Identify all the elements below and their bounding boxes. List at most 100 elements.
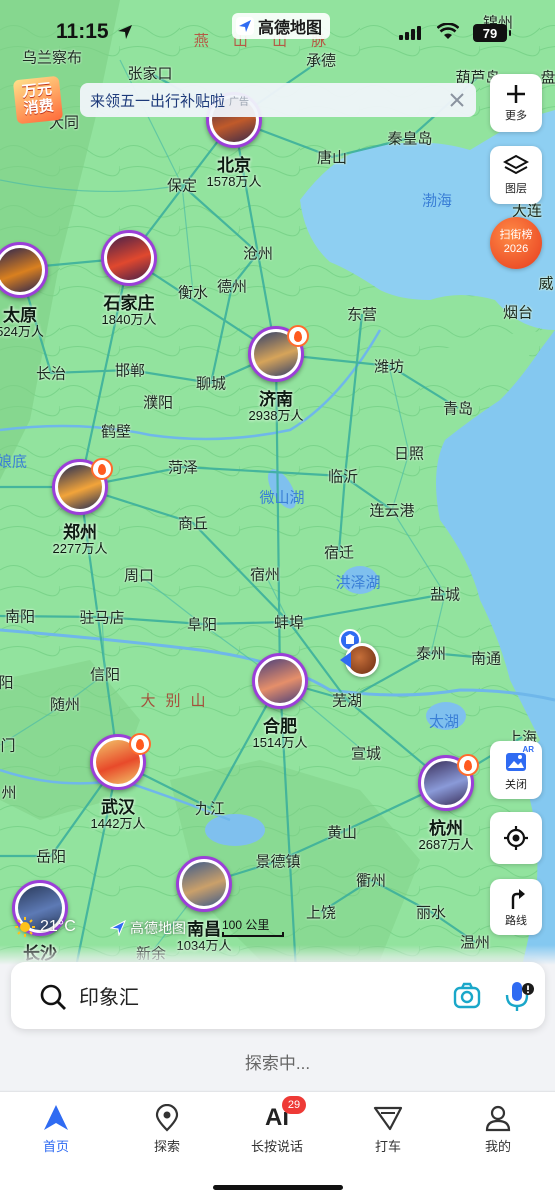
city-label[interactable]: 青岛	[443, 398, 473, 419]
city-label[interactable]: 九江	[195, 798, 225, 819]
city-label[interactable]: 东营	[347, 304, 377, 325]
ad-banner[interactable]: 来领五一出行补贴啦 广告	[80, 83, 476, 117]
city-label[interactable]: 泰州	[416, 643, 446, 664]
poi-city-population: 1442万人	[90, 816, 146, 831]
city-label[interactable]: 盐城	[430, 584, 460, 605]
city-photo-marker[interactable]	[101, 230, 157, 286]
layers-button[interactable]: 图层	[490, 146, 542, 204]
ar-label: 关闭	[505, 779, 527, 791]
water-label: 微山湖	[259, 489, 305, 507]
notification-badge: 29	[282, 1096, 306, 1114]
camera-scan-icon[interactable]	[452, 981, 482, 1011]
city-label[interactable]: 濮阳	[143, 392, 173, 413]
scale-label: 100 公里	[222, 918, 270, 932]
city-label[interactable]: 岳阳	[36, 846, 66, 867]
location-arrow-icon	[340, 652, 351, 668]
city-label[interactable]: 景德镇	[255, 851, 300, 872]
city-label[interactable]: 烟台	[503, 302, 533, 323]
search-box[interactable]: 印象汇	[11, 962, 545, 1029]
tab-home[interactable]: 首页	[6, 1102, 106, 1155]
city-label[interactable]: 长治	[36, 363, 66, 384]
city-label[interactable]: 唐山	[317, 147, 347, 168]
city-label[interactable]: 日照	[394, 443, 424, 464]
city-label[interactable]: 衢州	[356, 870, 386, 891]
search-input[interactable]: 印象汇	[79, 981, 139, 1010]
city-label[interactable]: 宣城	[351, 743, 381, 764]
city-label[interactable]: 宿迁	[324, 542, 354, 563]
city-photo	[182, 862, 226, 906]
city-label[interactable]: 随州	[50, 694, 80, 715]
locate-button[interactable]	[490, 812, 542, 864]
water-label: 洪泽湖	[335, 574, 381, 592]
city-label[interactable]: 威	[538, 273, 553, 294]
app-brand-label: 高德地图	[258, 20, 323, 37]
tab-profile-label: 我的	[484, 1139, 511, 1154]
tab-profile[interactable]: 我的	[448, 1102, 548, 1155]
city-label[interactable]: 秦皇岛	[387, 128, 432, 149]
tab-taxi-label: 打车	[374, 1139, 401, 1154]
promo-badge[interactable]: 万元 消费	[12, 75, 64, 125]
hot-list-year: 2026	[503, 243, 529, 255]
more-button[interactable]: 更多	[490, 74, 542, 132]
city-label[interactable]: 阳	[0, 672, 14, 693]
weather-widget[interactable]: 21°C	[14, 916, 76, 938]
close-icon[interactable]	[446, 89, 468, 111]
city-label[interactable]: 临沂	[328, 466, 358, 487]
city-photo	[0, 248, 42, 292]
more-label: 更多	[505, 110, 527, 122]
city-label[interactable]: 周口	[124, 565, 154, 586]
city-label[interactable]: 南阳	[5, 606, 35, 627]
city-label[interactable]: 宿州	[250, 564, 280, 585]
tab-bar: 首页 探索 Ai 29 长按说话 打车 我的	[0, 1091, 555, 1200]
app-brand-pill[interactable]: 高德地图	[232, 13, 331, 39]
city-label[interactable]: 信阳	[90, 664, 120, 685]
hot-list-button[interactable]: 扫街榜 2026	[490, 217, 542, 269]
city-label[interactable]: 南通	[471, 648, 501, 669]
poi-city-population: 2277万人	[52, 541, 108, 556]
tab-voice[interactable]: Ai 29 长按说话	[227, 1096, 327, 1155]
city-label[interactable]: 州	[1, 782, 16, 803]
route-button[interactable]: 路线	[490, 879, 542, 935]
water-label: 渤海	[421, 192, 453, 210]
city-label[interactable]: 邯郸	[115, 360, 145, 381]
city-label[interactable]: 上饶	[306, 902, 336, 923]
city-label[interactable]: 张家口	[127, 63, 172, 84]
city-label[interactable]: 鹤壁	[101, 421, 131, 442]
city-photo-marker[interactable]	[176, 856, 232, 912]
city-label[interactable]: 黄山	[327, 822, 357, 843]
city-label[interactable]: 连云港	[369, 500, 414, 521]
banner-text: 来领五一出行补贴啦	[90, 92, 226, 110]
city-label[interactable]: 驻马店	[79, 607, 124, 628]
city-label[interactable]: 沧州	[243, 243, 273, 264]
map-pin-icon	[155, 1104, 179, 1132]
ad-tag: 广告	[229, 96, 250, 108]
city-label[interactable]: 菏泽	[168, 457, 198, 478]
map-view[interactable]: 乌兰察布 张家口 承德 葫芦岛 锦州盘大同 秦皇岛 唐山 保定 大连 沧州 衡水 德州威东营 烟台 长治邯…	[0, 0, 555, 1045]
hot-fire-icon	[457, 754, 479, 776]
city-label[interactable]: 盘	[540, 67, 555, 88]
city-label[interactable]: 德州	[217, 276, 247, 297]
weather-temp: 21°C	[40, 918, 76, 935]
city-label[interactable]: 商丘	[178, 513, 208, 534]
taxi-icon	[373, 1106, 403, 1131]
city-label[interactable]: 阜阳	[187, 614, 217, 635]
city-label[interactable]: 门	[0, 735, 15, 756]
city-label[interactable]: 潍坊	[374, 356, 404, 377]
city-label[interactable]: 聊城	[196, 373, 226, 394]
status-bar: 11:15 高德地图 79	[0, 0, 555, 64]
city-photo-marker[interactable]	[252, 653, 308, 709]
tab-explore[interactable]: 探索	[117, 1102, 217, 1155]
tab-home-label: 首页	[42, 1139, 69, 1154]
ar-toggle-button[interactable]: AR 关闭	[490, 741, 542, 799]
voice-mic-icon[interactable]	[503, 979, 535, 1013]
city-label[interactable]: 芜湖	[332, 690, 362, 711]
sun-icon	[15, 917, 35, 937]
city-label[interactable]: 丽水	[416, 902, 446, 923]
tab-voice-label: 长按说话	[250, 1139, 303, 1154]
cellular-signal-icon	[399, 26, 421, 40]
tab-explore-label: 探索	[153, 1139, 180, 1154]
city-label[interactable]: 蚌埠	[274, 612, 304, 633]
tab-taxi[interactable]: 打车	[338, 1102, 438, 1155]
city-label[interactable]: 保定	[167, 175, 197, 196]
city-label[interactable]: 衡水	[178, 282, 208, 303]
